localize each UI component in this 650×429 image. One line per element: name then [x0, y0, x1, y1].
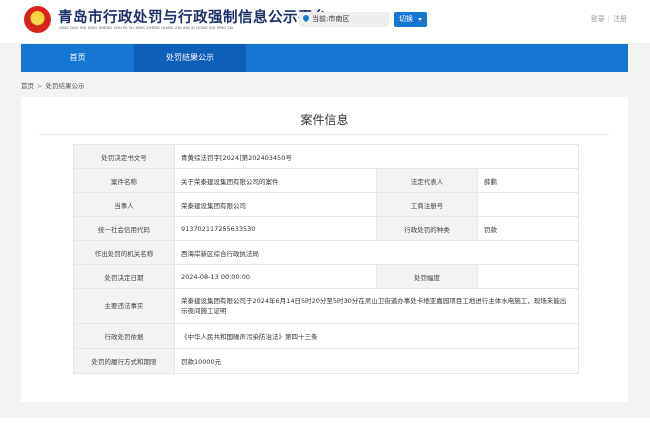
legal-rep-value: 薛鹏: [477, 168, 579, 193]
decision-no-label: 处罚决定书文号: [73, 144, 175, 169]
party-label: 当事人: [73, 192, 175, 217]
credit-code-value: 913702117255633530: [174, 216, 377, 241]
location-pin-icon: [301, 13, 311, 23]
register-link[interactable]: 注册: [613, 15, 627, 23]
auth-divider: |: [607, 15, 610, 23]
auth-links: 登录 | 注册: [591, 14, 627, 24]
current-location: 当前:市南区: [299, 12, 389, 27]
case-info-card: 案件信息 处罚决定书文号 青黄综法罚字[2024]第202403450号 案件名…: [21, 97, 628, 402]
party-value: 荣泰建设集团有限公司: [174, 192, 377, 217]
credit-code-label: 统一社会信用代码: [73, 216, 175, 241]
basis-label: 行政处罚依据: [73, 323, 175, 349]
penalty-type-value: 罚款: [477, 216, 579, 241]
main-nav: 首页 处罚结果公示: [21, 44, 628, 72]
breadcrumb-home[interactable]: 首页: [21, 82, 34, 90]
violation-label: 主要违法事实: [73, 288, 175, 324]
authority-value: 西海岸新区综合行政执法局: [174, 240, 579, 265]
table-row: 处罚的履行方式和期限 罚款10000元: [73, 348, 579, 374]
table-row: 当事人 荣泰建设集团有限公司 工商注册号: [73, 192, 579, 217]
fulfillment-value: 罚款10000元: [174, 348, 579, 374]
biz-reg-value: [477, 192, 579, 217]
table-row: 处罚决定书文号 青黄综法罚字[2024]第202403450号: [73, 144, 579, 169]
biz-reg-label: 工商注册号: [376, 192, 478, 217]
fulfillment-label: 处罚的履行方式和期限: [73, 348, 175, 374]
violation-value: 荣泰建设集团有限公司于2024年6月14日5时20分至5时30分在灵山卫街道办事…: [174, 288, 579, 324]
breadcrumb: 首页 > 处罚结果公示: [21, 80, 84, 90]
national-emblem-logo: [24, 6, 51, 33]
switch-region-label: 切换: [399, 15, 413, 23]
footer-strip: [0, 418, 650, 429]
login-link[interactable]: 登录: [591, 15, 605, 23]
penalty-scope-label: 处罚幅度: [376, 264, 478, 289]
site-title-pinyin: QING DAO SHI XING ZHENG CHU FA YU XING Z…: [59, 26, 234, 30]
breadcrumb-separator: >: [37, 82, 43, 90]
site-header: 青岛市行政处罚与行政强制信息公示平台 QING DAO SHI XING ZHE…: [0, 0, 650, 43]
nav-item-penalty-results[interactable]: 处罚结果公示: [134, 44, 246, 72]
table-row: 处罚决定日期 2024-08-13 00:00:00 处罚幅度: [73, 264, 579, 289]
current-location-text: 当前:市南区: [312, 15, 350, 23]
basis-value: 《中华人民共和国噪声污染防治法》第四十三条: [174, 323, 579, 349]
penalty-type-label: 行政处罚的种类: [376, 216, 478, 241]
decision-no-value: 青黄综法罚字[2024]第202403450号: [174, 144, 579, 169]
authority-label: 作出处罚的机关名称: [73, 240, 175, 265]
table-row: 行政处罚依据 《中华人民共和国噪声污染防治法》第四十三条: [73, 323, 579, 349]
title-divider: [39, 134, 610, 135]
switch-region-button[interactable]: 切换: [394, 12, 427, 27]
case-name-label: 案件名称: [73, 168, 175, 193]
legal-rep-label: 法定代表人: [376, 168, 478, 193]
decision-date-value: 2024-08-13 00:00:00: [174, 264, 377, 289]
penalty-scope-value: [477, 264, 579, 289]
decision-date-label: 处罚决定日期: [73, 264, 175, 289]
table-row: 统一社会信用代码 913702117255633530 行政处罚的种类 罚款: [73, 216, 579, 241]
breadcrumb-current: 处罚结果公示: [45, 82, 85, 90]
nav-item-home[interactable]: 首页: [21, 44, 134, 72]
site-title: 青岛市行政处罚与行政强制信息公示平台: [58, 10, 328, 26]
chevron-down-icon: [418, 18, 422, 21]
table-row: 案件名称 关于荣泰建设集团有限公司的案件 法定代表人 薛鹏: [73, 168, 579, 193]
case-info-title: 案件信息: [300, 113, 349, 127]
table-row: 作出处罚的机关名称 西海岸新区综合行政执法局: [73, 240, 579, 265]
table-row: 主要违法事实 荣泰建设集团有限公司于2024年6月14日5时20分至5时30分在…: [73, 288, 579, 324]
case-info-table: 处罚决定书文号 青黄综法罚字[2024]第202403450号 案件名称 关于荣…: [73, 144, 579, 374]
case-name-value: 关于荣泰建设集团有限公司的案件: [174, 168, 377, 193]
